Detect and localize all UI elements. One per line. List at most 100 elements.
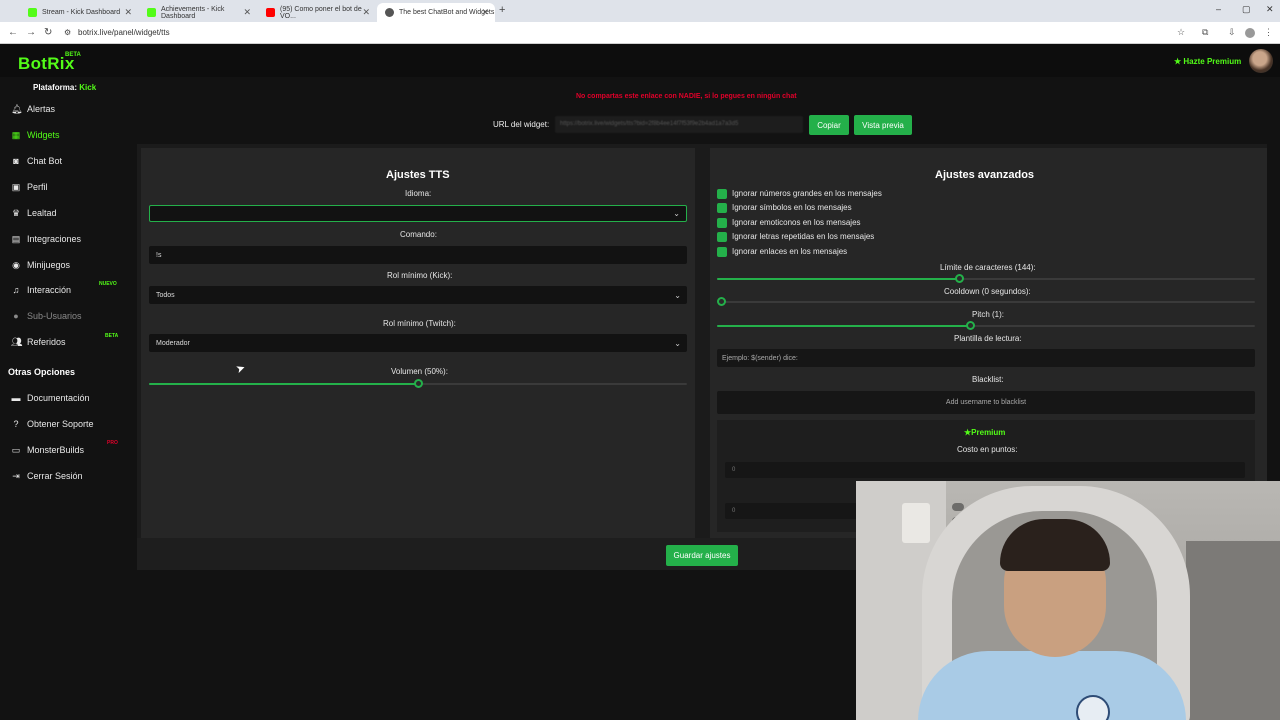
checkbox-ignore-emotes[interactable]: Ignorar emoticonos en los mensajes [717,217,861,228]
bookmark-star-icon[interactable]: ☆ [1177,27,1185,38]
checkbox-ignore-numbers[interactable]: Ignorar números grandes en los mensajes [717,188,882,199]
menu-icon[interactable]: ⋮ [1264,27,1273,38]
pitch-slider[interactable] [717,321,1255,330]
pitch-label: Pitch (1): [972,310,1005,319]
tab-label: Stream - Kick Dashboard [42,9,121,16]
pro-badge: PRO [107,440,118,446]
command-value: !s [156,251,162,259]
sidebar-item-cerrar-sesion[interactable]: ⇥ Cerrar Sesión [11,469,131,483]
close-icon[interactable]: ✕ [481,7,489,18]
preview-button[interactable]: Vista previa [854,115,912,135]
sidebar-item-interaccion[interactable]: ♫ Interacción NUEVO [11,281,131,297]
sidebar-item-chat-bot[interactable]: ◙ Chat Bot [11,154,131,168]
widget-url-field[interactable]: https://botrix.live/widgets/tts?bid=2f8b… [555,116,803,133]
sidebar-item-label: Documentación [27,393,90,403]
close-icon[interactable]: ✕ [124,7,132,18]
sidebar-item-integraciones[interactable]: ▤ Integraciones [11,232,131,246]
browser-tab-bar: Stream - Kick Dashboard ✕ Achievements -… [0,0,1280,22]
close-icon[interactable]: ✕ [243,7,251,18]
book-icon: ▬ [11,393,21,403]
role-kick-select[interactable]: Todos ⌄ [149,286,687,304]
char-limit-slider[interactable] [717,274,1255,283]
bell-icon: 🔔︎ [11,103,23,114]
platform-indicator: Plataforma: Kick [33,83,96,92]
browser-tab[interactable]: (95) Como poner el bot de VO... ✕ [258,3,376,22]
chevron-down-icon: ⌄ [674,290,681,300]
sidebar-item-monsterbuilds[interactable]: ▭ MonsterBuilds PRO [11,440,131,457]
sidebar-item-obtener-soporte[interactable]: ? Obtener Soporte [11,417,131,431]
language-select[interactable]: ⌄ [149,205,687,222]
webcam-overlay [856,481,1280,720]
checkbox-checked-icon [717,231,727,242]
new-badge: NUEVO [99,281,117,287]
other-options-heading: Otras Opciones [8,367,76,377]
webcam-shelf [902,503,930,543]
role-twitch-select[interactable]: Moderador ⌄ [149,334,687,352]
maximize-icon[interactable]: ▢ [1242,4,1251,15]
browser-tab[interactable]: Stream - Kick Dashboard ✕ [20,3,138,22]
sidebar-item-perfil[interactable]: ▣ Perfil [11,180,131,194]
checkbox-label: Ignorar símbolos en los mensajes [732,203,852,212]
hazte-premium-link[interactable]: ★ Hazte Premium [1174,57,1241,66]
volume-slider-fill [149,383,418,385]
sidebar-item-referidos[interactable]: 👥︎ Referidos BETA [11,333,131,349]
beta-badge: BETA [65,52,81,58]
site-info-icon[interactable]: ⚙ [64,28,71,37]
sidebar-item-label: Cerrar Sesión [27,471,83,481]
sidebar-item-documentacion[interactable]: ▬ Documentación [11,391,131,405]
save-settings-button[interactable]: Guardar ajustes [666,545,738,566]
pitch-slider-handle[interactable] [965,321,975,330]
new-tab-icon[interactable]: + [499,4,505,16]
plug-icon: ▤ [11,233,21,244]
volume-slider[interactable] [149,379,687,388]
back-icon[interactable]: ← [8,27,18,38]
blacklist-label: Blacklist: [972,375,1004,384]
webcam-background [1186,541,1280,720]
template-input[interactable]: Ejemplo: $(sender) dice: [717,349,1255,367]
sidebar-item-label: Integraciones [27,234,82,244]
command-input[interactable]: !s [149,246,687,264]
avatar[interactable] [1249,49,1273,73]
browser-tab-active[interactable]: The best ChatBot and Widgets ✕ [377,3,495,22]
sidebar-item-lealtad[interactable]: ♛ Lealtad [11,206,131,220]
sidebar-item-alertas[interactable]: 🔔︎ Alertas [11,102,131,116]
forward-icon[interactable]: → [26,27,36,38]
volume-slider-handle[interactable] [414,379,423,388]
blacklist-input[interactable]: Add username to blacklist [717,391,1255,414]
kick-favicon-icon [28,8,37,17]
tab-label: The best ChatBot and Widgets [399,9,495,16]
sidebar-item-label: Referidos [27,337,66,347]
char-limit-label: Límite de caracteres (144): [940,263,1036,272]
sidebar-item-label: Minijuegos [27,260,71,270]
cooldown-slider-handle[interactable] [717,297,726,306]
checkbox-ignore-repeated[interactable]: Ignorar letras repetidas en los mensajes [717,231,874,242]
extensions-icon[interactable]: ⧉ [1202,27,1208,38]
users-icon: 👥︎ [11,336,23,347]
music-icon: ♫ [12,285,20,295]
cost-input[interactable]: 0 [725,462,1245,478]
url-field[interactable]: botrix.live/panel/widget/tts [78,28,170,37]
address-bar: ← → ↻ ⚙ botrix.live/panel/widget/tts ☆ ⧉… [0,22,1280,44]
sidebar-item-minijuegos[interactable]: ◉ Minijuegos [11,258,131,272]
sidebar-item-label: MonsterBuilds [27,445,85,455]
beta-badge: BETA [105,333,119,339]
role-twitch-value: Moderador [156,339,190,347]
cooldown-slider[interactable] [717,297,1255,306]
checkbox-ignore-links[interactable]: Ignorar enlaces en los mensajes [717,246,847,257]
trophy-icon: ♛ [11,207,21,218]
premium-label: Hazte Premium [1183,57,1242,66]
close-icon[interactable]: ✕ [362,7,370,18]
checkbox-label: Ignorar enlaces en los mensajes [732,247,848,256]
minimize-icon[interactable]: – [1216,4,1221,14]
copy-button[interactable]: Copiar [809,115,849,135]
sidebar-item-sub-usuarios[interactable]: ● Sub-Usuarios [11,309,131,323]
browser-tab[interactable]: Achievements - Kick Dashboard ✕ [139,3,257,22]
close-window-icon[interactable]: ✕ [1266,4,1274,15]
reload-icon[interactable]: ↻ [44,27,52,38]
download-icon[interactable]: ⇩ [1228,27,1236,38]
checkbox-ignore-symbols[interactable]: Ignorar símbolos en los mensajes [717,202,852,213]
cost-label: Costo en puntos: [957,445,1018,454]
profile-icon[interactable] [1245,28,1255,38]
sidebar-item-widgets[interactable]: ▦ Widgets [11,128,131,142]
template-label: Plantilla de lectura: [954,334,1022,343]
